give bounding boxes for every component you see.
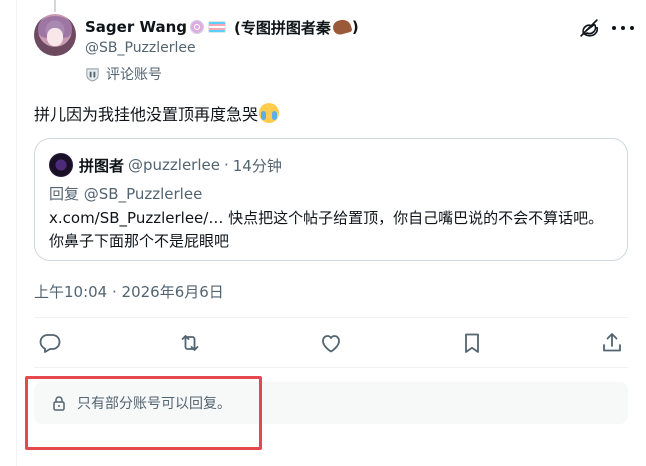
more-icon[interactable] xyxy=(612,17,634,39)
divider xyxy=(34,367,628,368)
bookmark-button[interactable] xyxy=(460,331,484,355)
quoted-author-avatar[interactable] xyxy=(49,153,73,177)
timeline-border xyxy=(16,0,17,466)
author-name-row[interactable]: Sager Wang (专图拼图者秦 ) xyxy=(85,16,359,38)
lollipop-emoji-icon xyxy=(190,20,205,34)
quoted-separator: · xyxy=(223,156,229,174)
quoted-post-body: x.com/SB_Puzzlerlee/… 快点把这个帖子给置顶，你自己嘴巴说的… xyxy=(49,209,604,250)
share-button[interactable] xyxy=(600,331,624,355)
reply-button[interactable] xyxy=(38,331,62,355)
divider xyxy=(34,317,628,318)
grok-icon[interactable] xyxy=(578,17,600,39)
quoted-author-handle: @puzzlerlee xyxy=(128,156,220,174)
label-shield-icon xyxy=(86,67,99,82)
author-handle[interactable]: @SB_Puzzlerlee xyxy=(85,40,196,56)
annotation-highlight-box xyxy=(25,376,262,450)
reply-icon xyxy=(39,334,61,353)
author-display-name[interactable]: Sager Wang xyxy=(85,18,187,36)
author-avatar[interactable] xyxy=(34,14,76,56)
post-timestamp[interactable]: 上午10:04 · 2026年6月6日 xyxy=(34,281,224,302)
repost-icon xyxy=(181,335,199,351)
post-text: 拼儿因为我挂他没置顶再度急哭 xyxy=(34,105,259,124)
like-button[interactable] xyxy=(319,331,343,355)
transgender-flag-emoji-icon xyxy=(208,21,227,33)
flexed-arm-emoji-icon xyxy=(331,17,353,37)
like-icon xyxy=(322,335,340,353)
crying-face-emoji-icon xyxy=(259,103,280,123)
account-label: 评论账号 xyxy=(106,67,162,83)
post-text-row: 拼儿因为我挂他没置顶再度急哭 xyxy=(34,101,280,125)
author-name-close: ) xyxy=(351,18,359,36)
author-name-suffix: (专图拼图者秦 xyxy=(234,18,331,37)
quoted-post-header: 拼图者 @puzzlerlee · 14分钟 xyxy=(49,153,282,177)
quoted-author-name[interactable]: 拼图者 xyxy=(79,155,124,176)
account-label-row[interactable]: 评论账号 xyxy=(85,64,162,84)
quoted-post-time[interactable]: 14分钟 xyxy=(233,155,282,176)
repost-button[interactable] xyxy=(178,331,202,355)
share-icon xyxy=(603,333,621,352)
bookmark-icon xyxy=(465,333,479,353)
quoted-post-card[interactable]: 拼图者 @puzzlerlee · 14分钟 回复 @SB_Puzzlerlee… xyxy=(34,138,628,261)
thread-connector-line xyxy=(54,0,56,12)
quoted-reply-to: 回复 @SB_Puzzlerlee xyxy=(49,185,203,203)
